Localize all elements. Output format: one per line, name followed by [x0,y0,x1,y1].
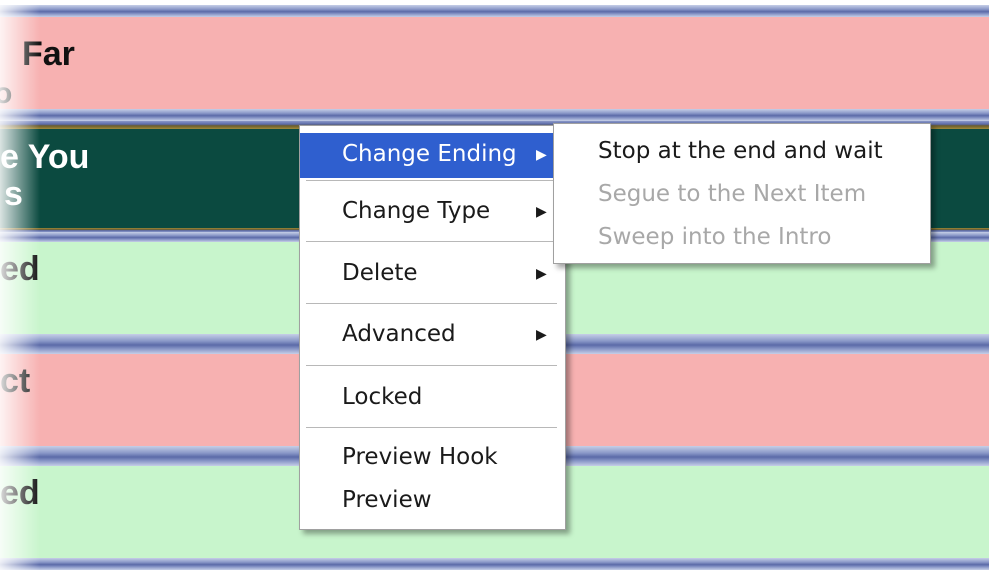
row-title: ed [0,474,40,512]
submenu-item-segue-next[interactable]: Segue to the Next Item [598,181,866,207]
submenu-item-sweep-intro[interactable]: Sweep into the Intro [598,224,831,250]
change-ending-submenu: Stop at the end and wait Segue to the Ne… [553,123,931,264]
row-subtitle: o [0,77,13,110]
menu-item-label: Delete [342,260,418,286]
row-separator [0,109,989,121]
menu-item-label: Advanced [342,321,456,347]
menu-item-label: Locked [342,384,423,410]
menu-item-locked[interactable]: Locked [300,367,563,427]
submenu-arrow-icon: ▶ [536,266,547,282]
menu-separator [306,427,557,428]
menu-item-change-ending[interactable]: Change Ending ▶ [300,133,563,178]
menu-item-label: Change Ending [342,141,517,167]
row-title: Far [22,35,75,73]
playlist-view: Far o e You s ed ct ed Change Ending ▶ C… [0,0,989,573]
menu-item-label: Change Type [342,198,491,224]
row-separator [0,558,989,570]
menu-item-change-type[interactable]: Change Type ▶ [300,182,563,240]
submenu-arrow-icon: ▶ [536,327,547,343]
menu-item-preview[interactable]: Preview [300,481,563,527]
row-title: e You [0,138,90,176]
context-menu: Change Ending ▶ Change Type ▶ Delete ▶ A… [299,125,566,530]
row-subtitle: s [4,175,23,213]
playlist-row[interactable]: Far o [0,17,989,110]
menu-separator [306,241,557,242]
menu-separator [306,365,557,366]
menu-item-advanced[interactable]: Advanced ▶ [300,305,563,365]
menu-item-label: Preview Hook [342,444,498,470]
row-title: ed [0,250,40,288]
submenu-arrow-icon: ▶ [536,204,547,220]
menu-item-preview-hook[interactable]: Preview Hook [300,429,563,481]
menu-item-label: Preview [342,487,432,513]
menu-item-delete[interactable]: Delete ▶ [300,243,563,303]
row-title: ct [0,362,31,400]
menu-separator [306,180,557,181]
menu-separator [306,303,557,304]
submenu-item-stop-at-end[interactable]: Stop at the end and wait [598,138,883,164]
row-separator [0,5,989,17]
submenu-arrow-icon: ▶ [536,147,547,163]
